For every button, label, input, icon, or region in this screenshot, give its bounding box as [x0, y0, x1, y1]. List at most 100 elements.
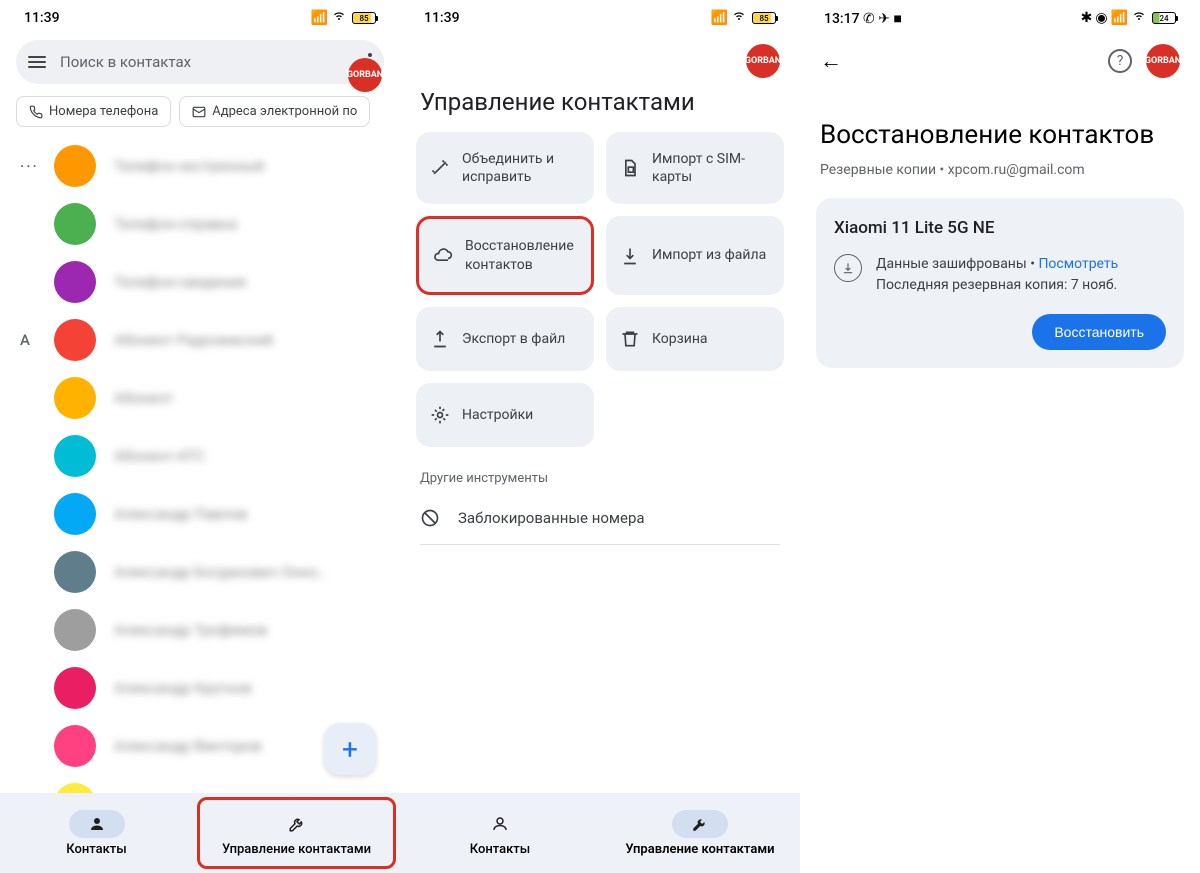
header: ← ? GORBAN — [800, 32, 1200, 90]
list-item[interactable]: ··· Телефон-экстренный — [20, 137, 400, 195]
help-icon[interactable]: ? — [1108, 49, 1132, 73]
backup-info-text: Данные зашифрованы • Посмотреть Последня… — [876, 254, 1118, 296]
wifi-icon — [331, 8, 347, 28]
section-indicator: ··· — [20, 157, 36, 175]
video-icon: ■ — [893, 11, 901, 27]
list-item[interactable]: Телефон-сведения — [20, 253, 400, 311]
avatar — [54, 435, 96, 477]
avatar — [54, 261, 96, 303]
person-icon — [472, 810, 528, 838]
battery-icon: 85 — [352, 12, 376, 24]
tile-settings[interactable]: Настройки — [416, 383, 594, 447]
status-time: 13:17 ✆ ✈ ■ — [824, 10, 902, 27]
phone-icon — [29, 105, 43, 119]
page-title: Управление контактами — [400, 78, 800, 132]
download-circle-icon — [834, 254, 862, 282]
menu-icon[interactable] — [28, 56, 46, 68]
avatar — [54, 377, 96, 419]
sim-icon — [620, 158, 640, 178]
list-item[interactable]: Абонент — [20, 369, 400, 427]
wand-icon — [430, 158, 450, 178]
avatar — [54, 203, 96, 245]
avatar — [54, 725, 96, 767]
wrench-icon — [672, 810, 728, 838]
back-arrow-icon[interactable]: ← — [820, 48, 842, 74]
section-letter-a: A — [20, 331, 36, 349]
list-item[interactable]: Александр Павлов — [20, 485, 400, 543]
battery-icon: 24 — [1152, 12, 1176, 24]
upload-icon — [430, 329, 450, 349]
tile-grid: Объединить и исправить Импорт с SIM-карт… — [400, 132, 800, 447]
trash-icon — [620, 329, 640, 349]
tile-export-file[interactable]: Экспорт в файл — [416, 307, 594, 371]
wifi-icon — [731, 8, 747, 28]
status-bar: 11:39 📶 85 — [400, 0, 800, 32]
tile-import-file[interactable]: Импорт из файла — [606, 216, 784, 294]
view-link[interactable]: Посмотреть — [1038, 256, 1118, 272]
blocked-numbers-row[interactable]: Заблокированные номера — [400, 492, 800, 544]
list-item[interactable]: A Абонент Радонежский — [20, 311, 400, 369]
status-bar: 13:17 ✆ ✈ ■ ✱ ◉ 📶 24 — [800, 0, 1200, 32]
list-item[interactable]: Телефон-справка — [20, 195, 400, 253]
status-bar: 11:39 📶 85 — [0, 0, 400, 32]
list-item[interactable]: Александр Трофимов — [20, 601, 400, 659]
person-icon — [69, 810, 125, 838]
whatsapp-icon: ✆ — [863, 11, 875, 27]
tile-import-sim[interactable]: Импорт с SIM-карты — [606, 132, 784, 204]
nav-manage[interactable]: Управление контактами — [600, 793, 800, 873]
header: GORBAN — [400, 32, 800, 78]
profile-avatar[interactable]: GORBAN — [348, 58, 382, 92]
search-bar[interactable]: Поиск в контактах — [16, 40, 384, 84]
tile-merge-fix[interactable]: Объединить и исправить — [416, 132, 594, 204]
divider — [420, 544, 780, 545]
avatar — [54, 551, 96, 593]
subtitle: Резервные копии • xpcom.ru@gmail.com — [800, 162, 1200, 198]
list-item[interactable]: Абонент-АТС — [20, 427, 400, 485]
chip-email[interactable]: Адреса электронной по — [179, 96, 370, 127]
cloud-icon — [433, 246, 453, 266]
bluetooth-icon: ✱ — [1081, 10, 1093, 26]
status-time: 11:39 — [24, 10, 60, 26]
status-time: 11:39 — [424, 10, 460, 26]
contacts-list-screen: 11:39 📶 85 Поиск в контактах GORBAN Номе… — [0, 0, 400, 873]
device-backup-card: Xiaomi 11 Lite 5G NE Данные зашифрованы … — [816, 198, 1184, 368]
nav-contacts[interactable]: Контакты — [400, 793, 600, 873]
profile-avatar[interactable]: GORBAN — [1146, 44, 1180, 78]
vibrate-icon: ◉ — [1095, 10, 1107, 26]
device-name: Xiaomi 11 Lite 5G NE — [834, 218, 1166, 238]
manage-contacts-screen: 11:39 📶 85 GORBAN Управление контактами … — [400, 0, 800, 873]
avatar — [54, 667, 96, 709]
tile-trash[interactable]: Корзина — [606, 307, 784, 371]
bottom-nav: Контакты Управление контактами — [0, 793, 400, 873]
list-item[interactable]: Александр Крутков — [20, 659, 400, 717]
chip-phone[interactable]: Номера телефона — [16, 96, 171, 127]
restore-contacts-screen: 13:17 ✆ ✈ ■ ✱ ◉ 📶 24 ← ? GORBAN Восстано… — [800, 0, 1200, 873]
battery-icon: 85 — [752, 12, 776, 24]
avatar — [54, 145, 96, 187]
signal-icon: 📶 — [711, 10, 728, 26]
tile-restore-contacts-highlighted[interactable]: Восстановление контактов — [416, 216, 594, 294]
filter-chips: Номера телефона Адреса электронной по — [0, 92, 400, 137]
add-contact-fab[interactable]: + — [324, 723, 376, 775]
section-other-tools: Другие инструменты — [400, 447, 800, 492]
profile-avatar[interactable]: GORBAN — [746, 44, 780, 78]
telegram-icon: ✈ — [878, 11, 890, 27]
avatar — [54, 609, 96, 651]
page-title: Восстановление контактов — [800, 90, 1200, 162]
nav-manage-highlighted[interactable]: Управление контактами — [197, 797, 396, 869]
mail-icon — [192, 105, 206, 119]
signal-icon: 📶 — [311, 10, 328, 26]
wifi-icon — [1131, 8, 1147, 28]
block-icon — [420, 508, 440, 528]
signal-icon: 📶 — [1111, 10, 1128, 26]
avatar — [54, 319, 96, 361]
nav-contacts[interactable]: Контакты — [0, 793, 193, 873]
avatar — [54, 493, 96, 535]
download-icon — [620, 246, 640, 266]
gear-icon — [430, 405, 450, 425]
bottom-nav: Контакты Управление контактами — [400, 793, 800, 873]
search-placeholder: Поиск в контактах — [60, 53, 354, 71]
restore-button[interactable]: Восстановить — [1032, 314, 1166, 350]
wrench-icon — [269, 810, 325, 838]
list-item[interactable]: Александр Богданович Онко.. — [20, 543, 400, 601]
